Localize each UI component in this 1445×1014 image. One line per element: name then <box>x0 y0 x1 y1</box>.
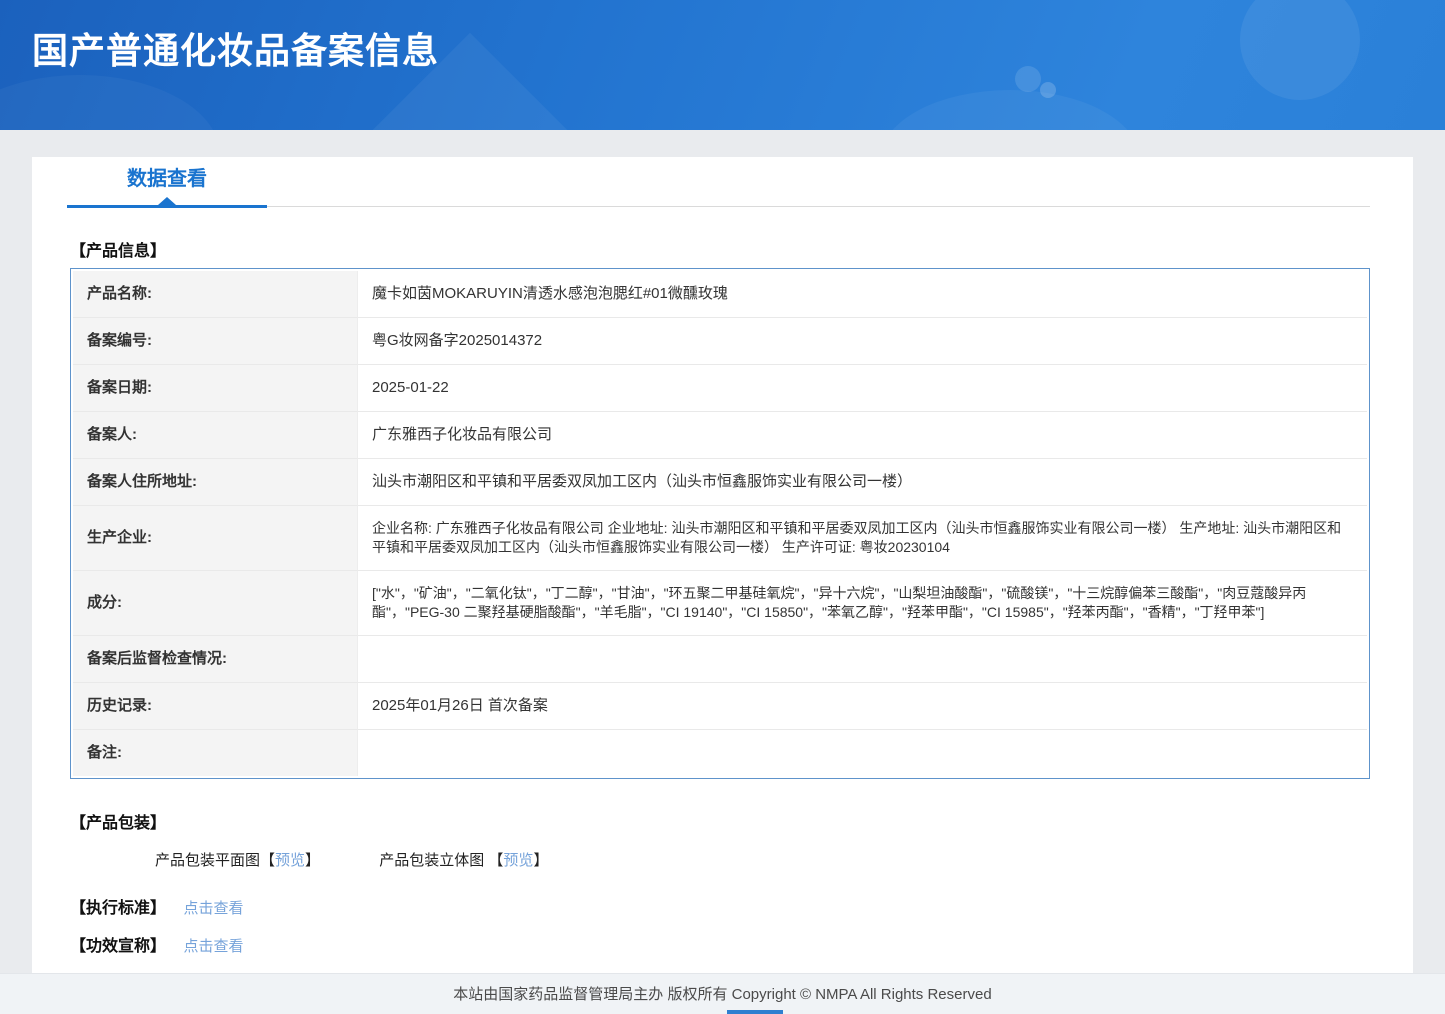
executive-standard-view-link[interactable]: 点击查看 <box>183 900 243 917</box>
row-label: 备案后监督检查情况: <box>73 636 358 683</box>
bracket-open: 【 <box>260 852 276 869</box>
tab-active-underline <box>67 205 267 208</box>
executive-standard-row: 【执行标准】 点击查看 <box>70 894 1413 918</box>
efficacy-claim-title: 【功效宣称】 <box>70 938 167 955</box>
table-row-product-name: 产品名称: 魔卡如茵MOKARUYIN清透水感泡泡腮红#01微醺玫瑰 <box>73 271 1367 318</box>
row-label: 备案日期: <box>73 365 358 412</box>
packaging-section-title: 【产品包装】 <box>70 815 167 832</box>
table-row-registrant-address: 备案人住所地址: 汕头市潮阳区和平镇和平居委双凤加工区内（汕头市恒鑫服饰实业有限… <box>73 459 1367 506</box>
row-value: 广东雅西子化妆品有限公司 <box>358 412 1367 459</box>
row-value <box>358 636 1367 683</box>
packaging-3d-preview-link[interactable]: 预览 <box>503 852 533 869</box>
table-row-ingredients: 成分: ["水"，"矿油"，"二氧化钛"，"丁二醇"，"甘油"，"环五聚二甲基硅… <box>73 571 1367 636</box>
row-value: 2025年01月26日 首次备案 <box>358 683 1367 730</box>
packaging-flat-item: 产品包装平面图【预览】 <box>155 849 320 870</box>
packaging-links-row: 产品包装平面图【预览】 产品包装立体图 【预览】 <box>155 849 1413 870</box>
table-row-registrant: 备案人: 广东雅西子化妆品有限公司 <box>73 412 1367 459</box>
header-decoration-circle <box>1040 82 1056 98</box>
bracket-open: 【 <box>488 852 504 869</box>
bottom-accent-bar <box>727 1010 783 1014</box>
row-value: 2025-01-22 <box>358 365 1367 412</box>
page-title: 国产普通化妆品备案信息 <box>32 30 440 71</box>
header-decoration-circle <box>880 90 1140 130</box>
tab-data-view[interactable]: 数据查看 <box>67 156 267 208</box>
row-value: ["水"，"矿油"，"二氧化钛"，"丁二醇"，"甘油"，"环五聚二甲基硅氧烷"，… <box>358 571 1367 636</box>
product-info-section-title: 【产品信息】 <box>70 243 167 260</box>
table-row-manufacturer: 生产企业: 企业名称: 广东雅西子化妆品有限公司 企业地址: 汕头市潮阳区和平镇… <box>73 506 1367 571</box>
header-decoration-circle <box>1240 0 1360 100</box>
table-row-registration-number: 备案编号: 粤G妆网备字2025014372 <box>73 318 1367 365</box>
row-value: 汕头市潮阳区和平镇和平居委双凤加工区内（汕头市恒鑫服饰实业有限公司一楼） <box>358 459 1367 506</box>
row-value <box>358 730 1367 776</box>
row-label: 备案人: <box>73 412 358 459</box>
page-header: 国产普通化妆品备案信息 <box>0 0 1445 130</box>
row-label: 生产企业: <box>73 506 358 571</box>
packaging-flat-preview-link[interactable]: 预览 <box>275 852 305 869</box>
tab-bar: 数据查看 <box>67 156 1370 208</box>
efficacy-claim-row: 【功效宣称】 点击查看 <box>70 932 1413 956</box>
row-label: 历史记录: <box>73 683 358 730</box>
packaging-3d-item: 产品包装立体图 【预览】 <box>379 849 548 870</box>
efficacy-claim-view-link[interactable]: 点击查看 <box>183 938 243 955</box>
row-value: 魔卡如茵MOKARUYIN清透水感泡泡腮红#01微醺玫瑰 <box>358 271 1367 318</box>
table-row-remarks: 备注: <box>73 730 1367 776</box>
tab-data-view-label: 数据查看 <box>127 168 207 190</box>
header-decoration-circle <box>1015 66 1041 92</box>
packaging-3d-label: 产品包装立体图 <box>379 852 489 869</box>
packaging-flat-label: 产品包装平面图 <box>155 852 261 869</box>
tab-active-arrow-icon <box>158 197 176 205</box>
product-info-table: 产品名称: 魔卡如茵MOKARUYIN清透水感泡泡腮红#01微醺玫瑰 备案编号:… <box>70 268 1370 779</box>
executive-standard-title: 【执行标准】 <box>70 900 167 917</box>
row-label: 备案编号: <box>73 318 358 365</box>
row-label: 备案人住所地址: <box>73 459 358 506</box>
table-row-history: 历史记录: 2025年01月26日 首次备案 <box>73 683 1367 730</box>
bracket-close: 】 <box>305 852 321 869</box>
row-label: 备注: <box>73 730 358 776</box>
bracket-close: 】 <box>533 852 549 869</box>
row-value: 粤G妆网备字2025014372 <box>358 318 1367 365</box>
copyright-text: 本站由国家药品监督管理局主办 版权所有 Copyright © NMPA All… <box>453 986 992 1003</box>
row-label: 产品名称: <box>73 271 358 318</box>
header-decoration-circle <box>0 75 220 130</box>
row-value: 企业名称: 广东雅西子化妆品有限公司 企业地址: 汕头市潮阳区和平镇和平居委双凤… <box>358 506 1367 571</box>
table-row-supervision-status: 备案后监督检查情况: <box>73 636 1367 683</box>
table-row-registration-date: 备案日期: 2025-01-22 <box>73 365 1367 412</box>
row-label: 成分: <box>73 571 358 636</box>
page-footer: 本站由国家药品监督管理局主办 版权所有 Copyright © NMPA All… <box>0 973 1445 1014</box>
content-card: 数据查看 【产品信息】 产品名称: 魔卡如茵MOKARUYIN清透水感泡泡腮红#… <box>32 157 1413 973</box>
